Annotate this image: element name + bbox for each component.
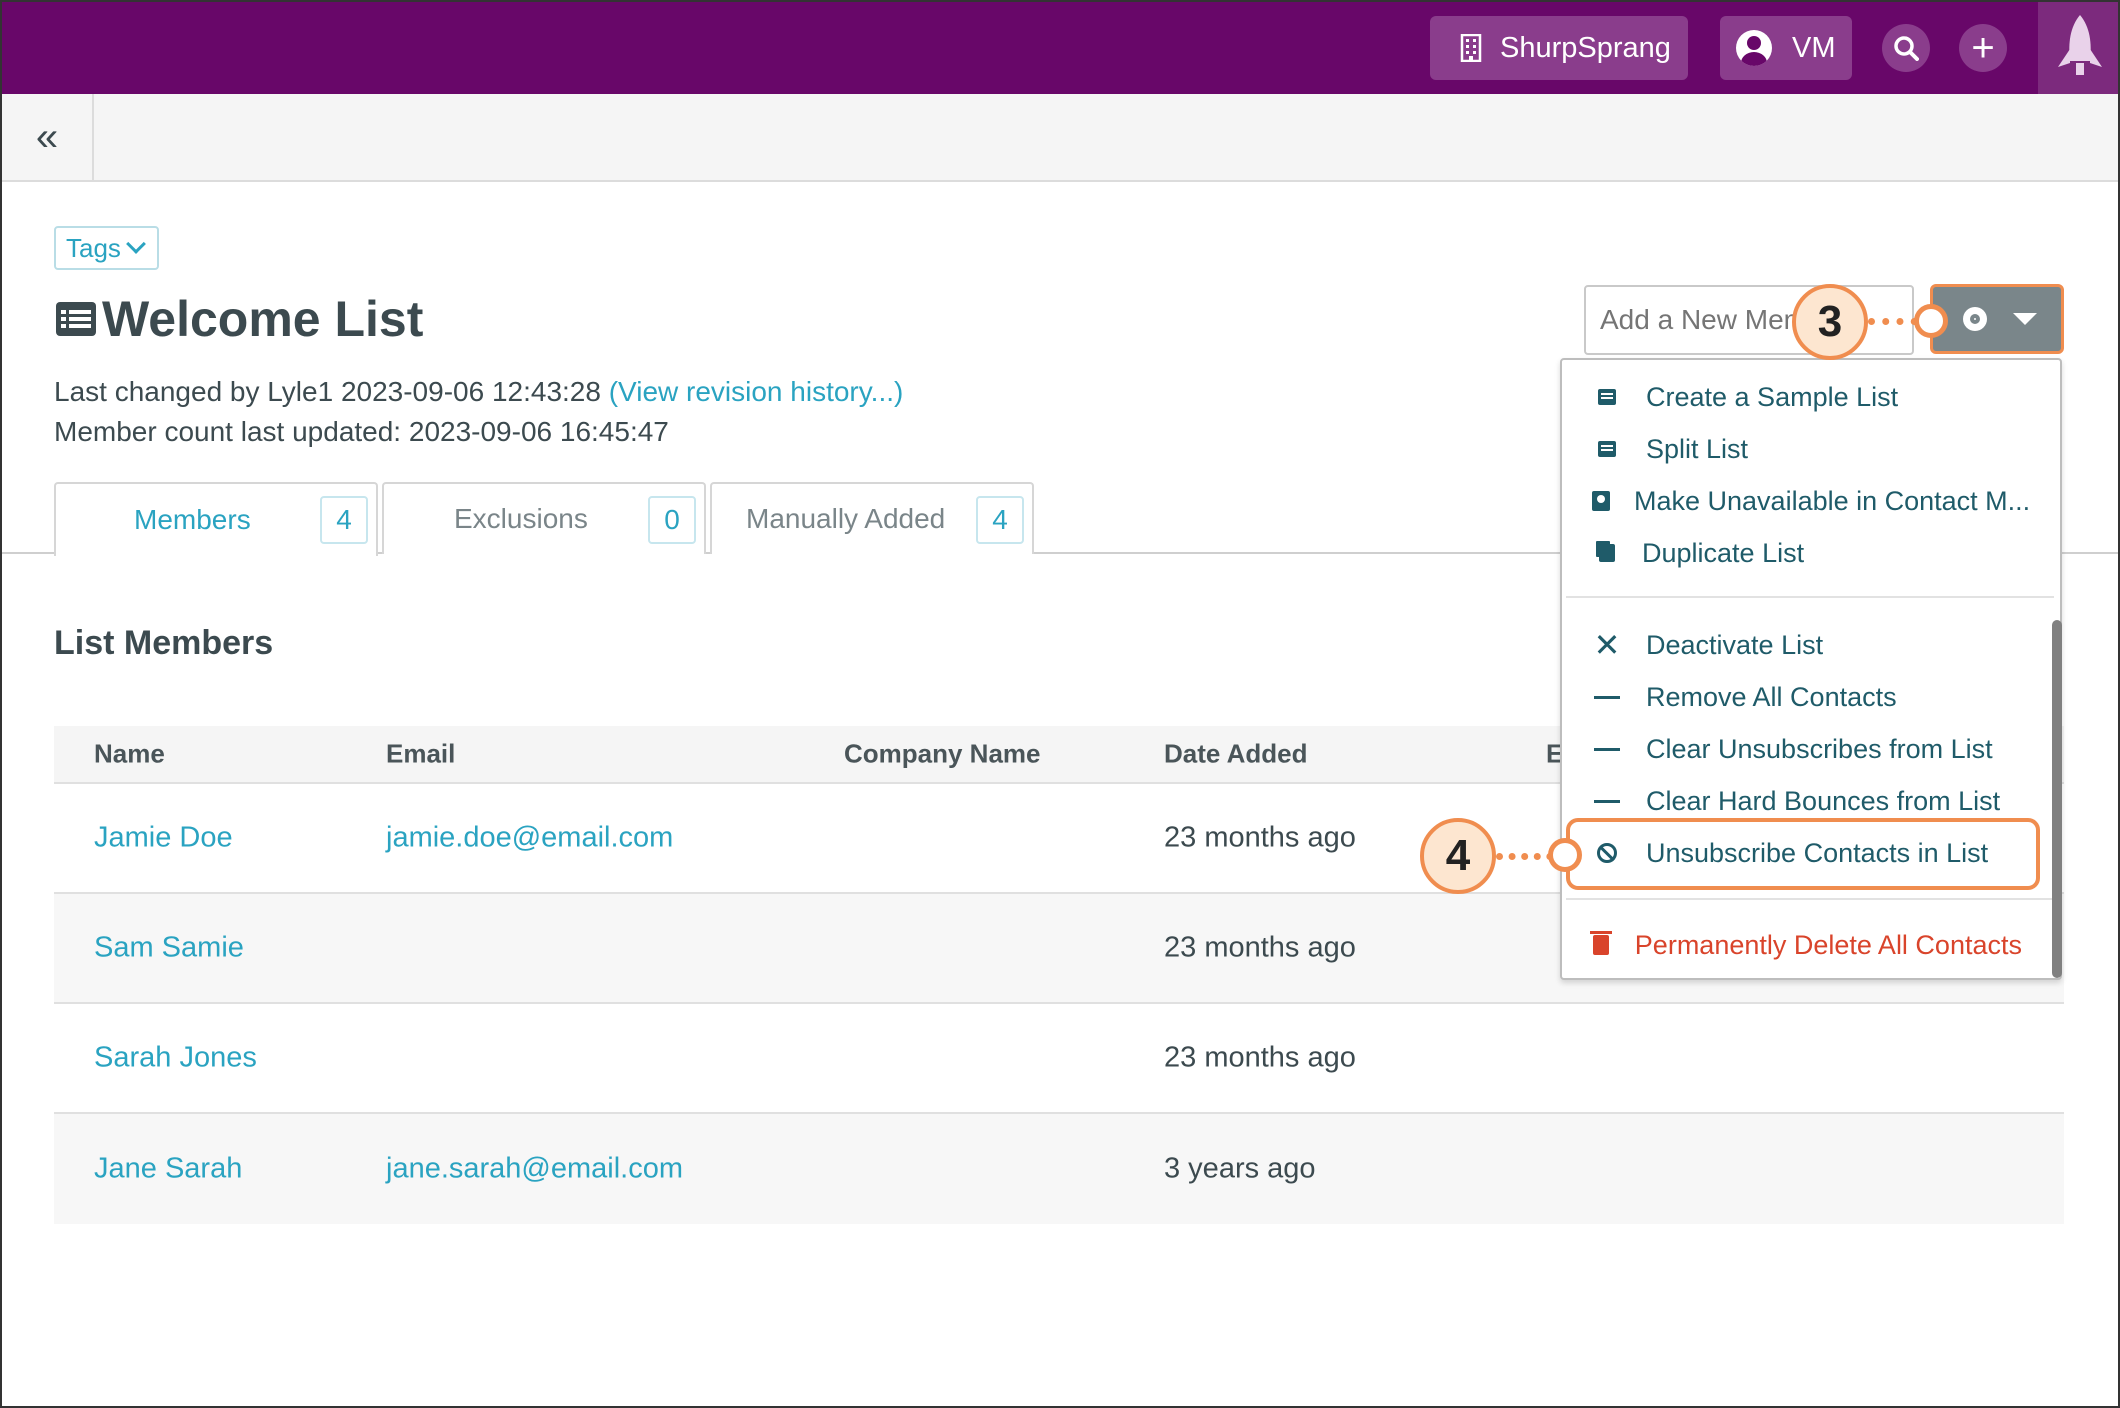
member-name-link[interactable]: Sarah Jones <box>94 1042 257 1075</box>
copy-icon <box>1599 544 1615 562</box>
column-header-date-added[interactable]: Date Added <box>1164 739 1308 770</box>
tab-exclusions-count: 0 <box>648 496 696 544</box>
collapse-sidebar-button[interactable]: « <box>2 94 94 180</box>
menu-item-label: Remove All Contacts <box>1646 681 1897 712</box>
member-date-added: 3 years ago <box>1164 1152 1316 1185</box>
menu-scrollbar[interactable] <box>2052 620 2062 978</box>
menu-item-label: Duplicate List <box>1642 537 1805 568</box>
chevron-down-icon <box>126 234 146 254</box>
tab-members-label: Members <box>134 504 251 535</box>
menu-item-label: Deactivate List <box>1646 629 1824 660</box>
list-icon <box>56 302 96 336</box>
tab-members-count: 4 <box>320 496 368 544</box>
menu-item-label: Permanently Delete All Contacts <box>1634 929 2022 960</box>
highlight-unsubscribe-contacts <box>1566 818 2040 890</box>
menu-item-label: Create a Sample List <box>1646 381 1899 412</box>
launch-button[interactable] <box>2038 2 2118 94</box>
member-count-updated: Member count last updated: 2023-09-06 16… <box>54 416 669 447</box>
menu-item-clear-unsubscribes[interactable]: Clear Unsubscribes from List <box>1562 724 2022 774</box>
member-name-link[interactable]: Sam Samie <box>94 932 244 965</box>
dash-icon <box>1594 747 1620 751</box>
rocket-icon <box>2058 15 2102 75</box>
org-name: ShurpSprang <box>1500 31 1671 64</box>
contact-book-icon <box>1592 491 1610 511</box>
search-icon <box>1894 36 1919 61</box>
member-name-link[interactable]: Jamie Doe <box>94 822 233 855</box>
tab-manually-added[interactable]: Manually Added 4 <box>710 482 1034 554</box>
avatar-icon <box>1736 30 1772 66</box>
menu-item-permanently-delete[interactable]: Permanently Delete All Contacts <box>1562 920 2022 970</box>
member-email-link[interactable]: jamie.doe@email.com <box>386 822 673 855</box>
list-icon <box>1598 389 1616 405</box>
menu-divider <box>1566 596 2054 598</box>
menu-item-split-list[interactable]: Split List <box>1562 424 2022 474</box>
menu-divider <box>1566 898 2054 900</box>
x-icon: ✕ <box>1593 627 1621 663</box>
app-frame: ShurpSprang VM + « Tags Welcome List Las… <box>0 0 2120 1408</box>
tab-exclusions-label: Exclusions <box>454 503 588 534</box>
menu-item-label: Split List <box>1646 433 1749 464</box>
plus-icon: + <box>1971 26 1995 70</box>
member-date-added: 23 months ago <box>1164 931 1356 964</box>
table-row: Jane Sarah jane.sarah@email.com 3 years … <box>54 1114 2064 1224</box>
column-header-company[interactable]: Company Name <box>844 739 1041 770</box>
last-changed-text: Last changed by Lyle1 2023-09-06 12:43:2… <box>54 376 609 407</box>
top-bar: ShurpSprang VM + <box>2 2 2118 94</box>
building-icon <box>1460 34 1482 62</box>
column-header-email[interactable]: Email <box>386 739 455 770</box>
menu-item-label: Clear Unsubscribes from List <box>1646 733 1993 764</box>
list-settings-dropdown-button[interactable] <box>1930 284 2064 354</box>
dash-icon <box>1594 799 1620 803</box>
user-menu-button[interactable]: VM <box>1720 16 1852 80</box>
member-date-added: 23 months ago <box>1164 1041 1356 1074</box>
section-title: List Members <box>54 624 274 662</box>
org-switcher-button[interactable]: ShurpSprang <box>1430 16 1688 80</box>
menu-item-deactivate-list[interactable]: ✕ Deactivate List <box>1562 620 2022 670</box>
step-3-callout: 3 <box>1792 284 1868 360</box>
member-date-added: 23 months ago <box>1164 821 1356 854</box>
tab-manually-added-label: Manually Added <box>746 503 946 534</box>
menu-item-duplicate-list[interactable]: Duplicate List <box>1562 528 2022 578</box>
menu-item-label: Make Unavailable in Contact M... <box>1634 485 2031 516</box>
tab-manually-added-count: 4 <box>976 496 1024 544</box>
tags-dropdown[interactable]: Tags <box>54 226 159 270</box>
member-name-link[interactable]: Jane Sarah <box>94 1153 242 1186</box>
page-title: Welcome List <box>102 291 424 347</box>
search-button[interactable] <box>1882 24 1930 72</box>
tab-exclusions[interactable]: Exclusions 0 <box>382 482 706 554</box>
member-email-link[interactable]: jane.sarah@email.com <box>386 1153 683 1186</box>
caret-down-icon <box>2013 313 2037 325</box>
double-chevron-left-icon: « <box>35 114 59 159</box>
list-icon <box>1598 441 1616 457</box>
step-4-callout: 4 <box>1420 818 1496 894</box>
user-initials: VM <box>1792 31 1836 64</box>
menu-item-create-sample-list[interactable]: Create a Sample List <box>1562 372 2022 422</box>
callout-target-dot <box>1548 838 1582 872</box>
dash-icon <box>1594 695 1620 699</box>
menu-item-remove-all-contacts[interactable]: Remove All Contacts <box>1562 672 2022 722</box>
add-button[interactable]: + <box>1959 24 2007 72</box>
gear-icon <box>1963 307 1987 331</box>
callout-target-dot <box>1914 304 1948 338</box>
tab-members[interactable]: Members 4 <box>54 482 378 556</box>
menu-item-make-unavailable[interactable]: Make Unavailable in Contact M... <box>1562 476 2030 526</box>
menu-item-label: Clear Hard Bounces from List <box>1646 785 2001 816</box>
tags-label: Tags <box>66 232 121 263</box>
last-changed-info: Last changed by Lyle1 2023-09-06 12:43:2… <box>54 376 903 408</box>
page-title-row: Welcome List <box>56 290 423 348</box>
trash-icon <box>1590 931 1613 955</box>
column-header-name[interactable]: Name <box>94 739 165 770</box>
sub-bar: « <box>2 94 2118 182</box>
view-revision-history-link[interactable]: (View revision history...) <box>609 376 904 407</box>
table-row: Sarah Jones 23 months ago <box>54 1004 2064 1114</box>
